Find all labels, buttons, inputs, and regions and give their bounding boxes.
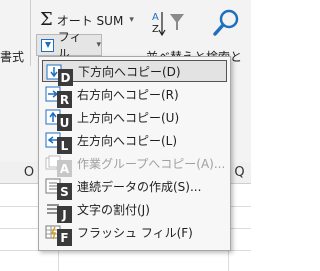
fill-dropdown-menu: D 下方向へコピー(D) R 右方向へコピー(R) U 上方向へコピー(U) L… — [38, 56, 231, 251]
menu-item-label: フラッシュ フィル(F) — [77, 225, 193, 240]
menu-item-label: 右方向へコピー(R) — [77, 87, 179, 102]
format-button-label[interactable]: 書式 — [0, 48, 24, 65]
sort-filter-button[interactable]: A Z — [150, 8, 190, 40]
keytip-badge: J — [57, 206, 72, 223]
menu-item-label: 左方向へコピー(L) — [77, 133, 178, 148]
ribbon-separator — [30, 0, 31, 66]
sigma-icon: Σ — [40, 9, 53, 30]
menu-item-label: 連続データの作成(S)... — [77, 179, 202, 194]
chevron-down-icon: ▾ — [96, 40, 101, 50]
keytip-badge: R — [57, 91, 72, 108]
keytip-badge: L — [57, 137, 72, 154]
autosum-label: オート SUM — [56, 13, 124, 28]
keytip-badge: D — [58, 69, 73, 86]
autosum-button[interactable]: Σ オート SUM ▾ — [40, 10, 134, 30]
menu-item-label: 上方向へコピー(U) — [77, 110, 180, 125]
menu-item-fill-left[interactable]: L 左方向へコピー(L) — [42, 129, 227, 154]
fill-button[interactable]: フィル ▾ — [36, 30, 102, 61]
sort-filter-icon: A Z — [152, 12, 184, 37]
svg-text:Z: Z — [152, 24, 159, 35]
menu-item-fill-across-worksheets: A 作業グループへコピー(A)... — [42, 152, 227, 177]
menu-item-label: 下方向へコピー(D) — [78, 64, 181, 79]
menu-item-fill-up[interactable]: U 上方向へコピー(U) — [42, 106, 227, 131]
chevron-down-icon: ▾ — [129, 15, 134, 25]
keytip-badge: F — [57, 229, 72, 246]
fill-icon — [41, 38, 54, 52]
column-header-q[interactable]: Q — [228, 162, 251, 184]
menu-item-label: 文字の割付(J) — [77, 202, 150, 217]
menu-item-justify[interactable]: J 文字の割付(J) — [42, 198, 227, 223]
svg-text:A: A — [152, 12, 159, 23]
menu-item-fill-down[interactable]: D 下方向へコピー(D) — [42, 60, 227, 86]
keytip-badge: U — [57, 114, 72, 131]
keytip-badge: S — [57, 183, 72, 200]
menu-item-label: 作業グループへコピー(A)... — [77, 156, 226, 171]
magnifier-icon — [213, 9, 239, 36]
menu-item-fill-right[interactable]: R 右方向へコピー(R) — [42, 83, 227, 108]
keytip-badge: A — [57, 160, 72, 177]
menu-item-flash-fill[interactable]: F フラッシュ フィル(F) — [42, 221, 227, 246]
menu-item-series[interactable]: S 連続データの作成(S)... — [42, 175, 227, 200]
find-select-button[interactable] — [210, 8, 244, 40]
